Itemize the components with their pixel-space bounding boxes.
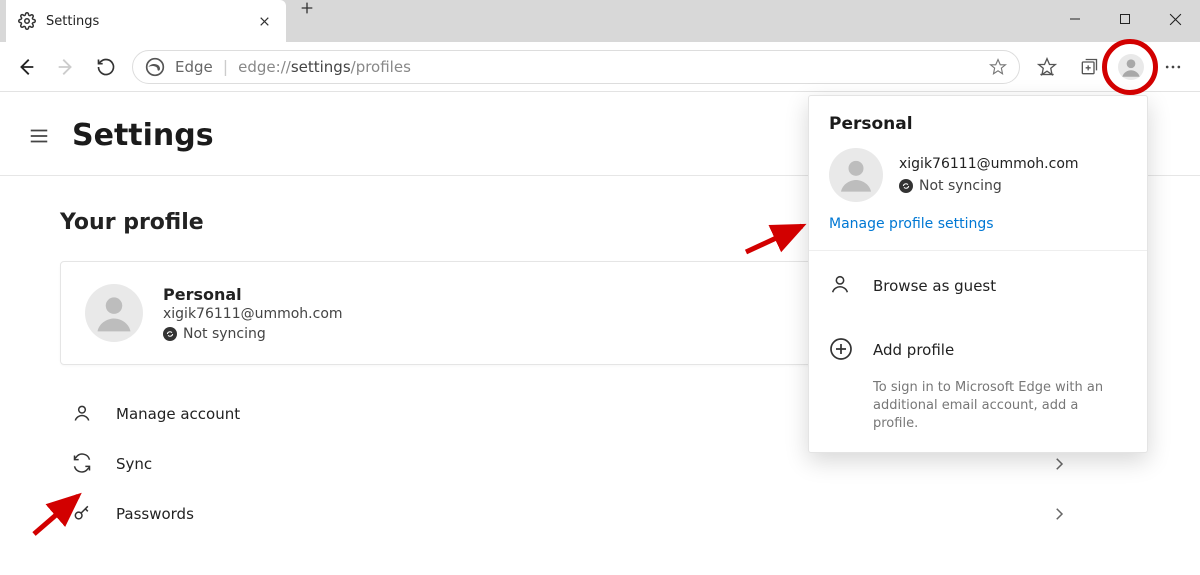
sync-status: Not syncing xyxy=(163,326,343,342)
window-controls xyxy=(1050,0,1200,38)
address-bar[interactable]: Edge | edge://settings/profiles xyxy=(132,50,1020,84)
new-tab-button[interactable] xyxy=(286,0,328,16)
avatar-icon xyxy=(85,284,143,342)
favorites-button[interactable] xyxy=(1026,47,1068,87)
forward-button[interactable] xyxy=(46,47,86,87)
key-icon xyxy=(72,503,94,525)
profile-name: Personal xyxy=(163,285,343,304)
sync-status-icon xyxy=(899,179,913,193)
profile-email: xigik76111@ummoh.com xyxy=(163,306,343,322)
address-url: edge://settings/profiles xyxy=(238,58,411,76)
avatar-icon xyxy=(829,148,883,202)
add-profile-row[interactable]: Add profile xyxy=(829,333,1127,367)
minimize-button[interactable] xyxy=(1050,0,1100,38)
popup-row-label: Browse as guest xyxy=(873,277,996,295)
gear-icon xyxy=(18,12,36,30)
plus-circle-icon xyxy=(829,337,855,363)
page-title: Settings xyxy=(72,118,214,153)
refresh-button[interactable] xyxy=(86,47,126,87)
profile-button[interactable] xyxy=(1110,47,1152,87)
add-profile-description: To sign in to Microsoft Edge with an add… xyxy=(873,379,1127,434)
tab-title: Settings xyxy=(46,14,242,29)
browser-toolbar: Edge | edge://settings/profiles xyxy=(0,42,1200,92)
passwords-row[interactable]: Passwords xyxy=(60,489,1080,539)
chevron-right-icon xyxy=(1050,455,1068,473)
menu-label: Passwords xyxy=(116,505,194,523)
menu-label: Manage account xyxy=(116,405,240,423)
address-separator: | xyxy=(223,57,228,76)
collections-button[interactable] xyxy=(1068,47,1110,87)
address-label: Edge xyxy=(175,58,213,76)
popup-title: Personal xyxy=(829,114,1127,134)
browser-title-bar: Settings xyxy=(0,0,1200,42)
manage-profile-settings-link[interactable]: Manage profile settings xyxy=(829,216,1127,232)
back-button[interactable] xyxy=(6,47,46,87)
edge-logo-icon xyxy=(145,57,165,77)
close-tab-button[interactable] xyxy=(252,9,276,33)
popup-email: xigik76111@ummoh.com xyxy=(899,156,1079,172)
hamburger-menu-button[interactable] xyxy=(28,125,50,147)
popup-sync-status: Not syncing xyxy=(899,178,1079,194)
browser-tab[interactable]: Settings xyxy=(6,0,286,42)
person-icon xyxy=(829,273,855,299)
star-icon[interactable] xyxy=(989,58,1007,76)
chevron-right-icon xyxy=(1050,505,1068,523)
popup-row-label: Add profile xyxy=(873,341,954,359)
person-icon xyxy=(72,403,94,425)
browse-as-guest-row[interactable]: Browse as guest xyxy=(829,269,1127,303)
sync-icon xyxy=(72,453,94,475)
close-window-button[interactable] xyxy=(1150,0,1200,38)
menu-label: Sync xyxy=(116,455,152,473)
maximize-button[interactable] xyxy=(1100,0,1150,38)
more-menu-button[interactable] xyxy=(1152,47,1194,87)
sync-status-icon xyxy=(163,327,177,341)
profile-popup: Personal xigik76111@ummoh.com Not syncin… xyxy=(808,95,1148,453)
